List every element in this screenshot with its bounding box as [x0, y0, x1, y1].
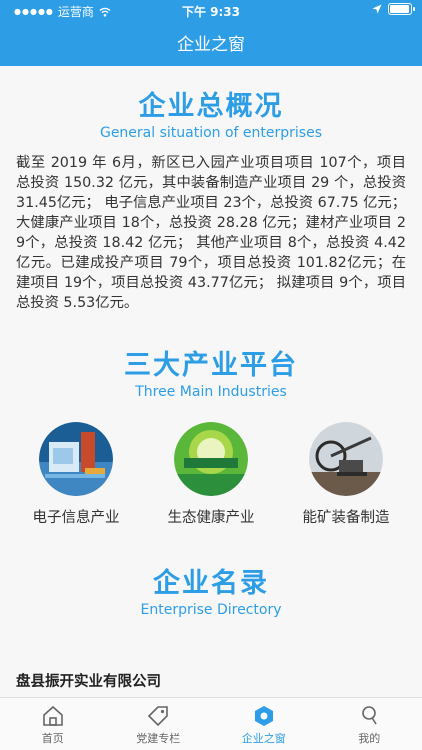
- tab-bar: 首页 党建专栏 企业之窗 我的: [0, 697, 422, 750]
- status-bar: ●●●●● 运营商 下午 9:33: [0, 0, 422, 20]
- page-title: 企业之窗: [177, 35, 245, 55]
- circuit-board-image: [39, 422, 113, 496]
- overview-title: 企业总概况: [138, 91, 284, 122]
- industry-label-eco-health: 生态健康产业: [167, 510, 255, 526]
- industries-subtitle: Three Main Industries: [135, 384, 287, 400]
- hexagon-icon: [254, 706, 273, 726]
- directory-subtitle: Enterprise Directory: [140, 602, 282, 618]
- tab-home[interactable]: 首页: [0, 698, 106, 750]
- industry-item-electronics[interactable]: 电子信息产业: [16, 422, 136, 527]
- overview-text: 截至 2019 年 6月，新区已入园产业项目项目 107个，项目总投资 150.…: [16, 155, 406, 311]
- person-icon: [362, 706, 377, 725]
- main-content[interactable]: 企业总概况 General situation of enterprises 截…: [0, 66, 422, 698]
- home-icon: [42, 705, 63, 726]
- tab-enterprise-window[interactable]: 企业之窗: [211, 698, 317, 750]
- top-bar: ●●●●● 运营商 下午 9:33 企业之窗: [0, 0, 422, 66]
- tab-profile-label: 我的: [358, 732, 381, 745]
- battery-icon: [388, 3, 415, 15]
- industry-item-mining[interactable]: 能矿装备制造: [286, 422, 406, 527]
- location-arrow-icon: [372, 4, 382, 14]
- tag-icon: [148, 706, 169, 727]
- tab-enterprise-window-label: 企业之窗: [241, 732, 286, 745]
- eco-health-image: [174, 422, 248, 496]
- tab-party-building-label: 党建专栏: [136, 732, 181, 745]
- directory-title: 企业名录: [153, 568, 269, 599]
- tab-party-building[interactable]: 党建专栏: [106, 698, 212, 750]
- industries-title: 三大产业平台: [124, 350, 298, 381]
- mining-excavator-image: [309, 422, 383, 496]
- overview-subtitle: General situation of enterprises: [99, 125, 323, 141]
- industries-list: 电子信息产业 生态健康产业 能矿装备制造: [16, 422, 406, 527]
- industry-label-mining: 能矿装备制造: [302, 510, 390, 526]
- industry-label-electronics: 电子信息产业: [32, 510, 120, 526]
- status-right: [372, 3, 415, 15]
- industry-item-eco-health[interactable]: 生态健康产业: [151, 422, 271, 527]
- tab-profile[interactable]: 我的: [317, 698, 422, 750]
- company-item[interactable]: 盘县振开实业有限公司: [16, 670, 161, 691]
- status-time: 下午 9:33: [181, 5, 241, 19]
- tab-home-label: 首页: [41, 732, 64, 745]
